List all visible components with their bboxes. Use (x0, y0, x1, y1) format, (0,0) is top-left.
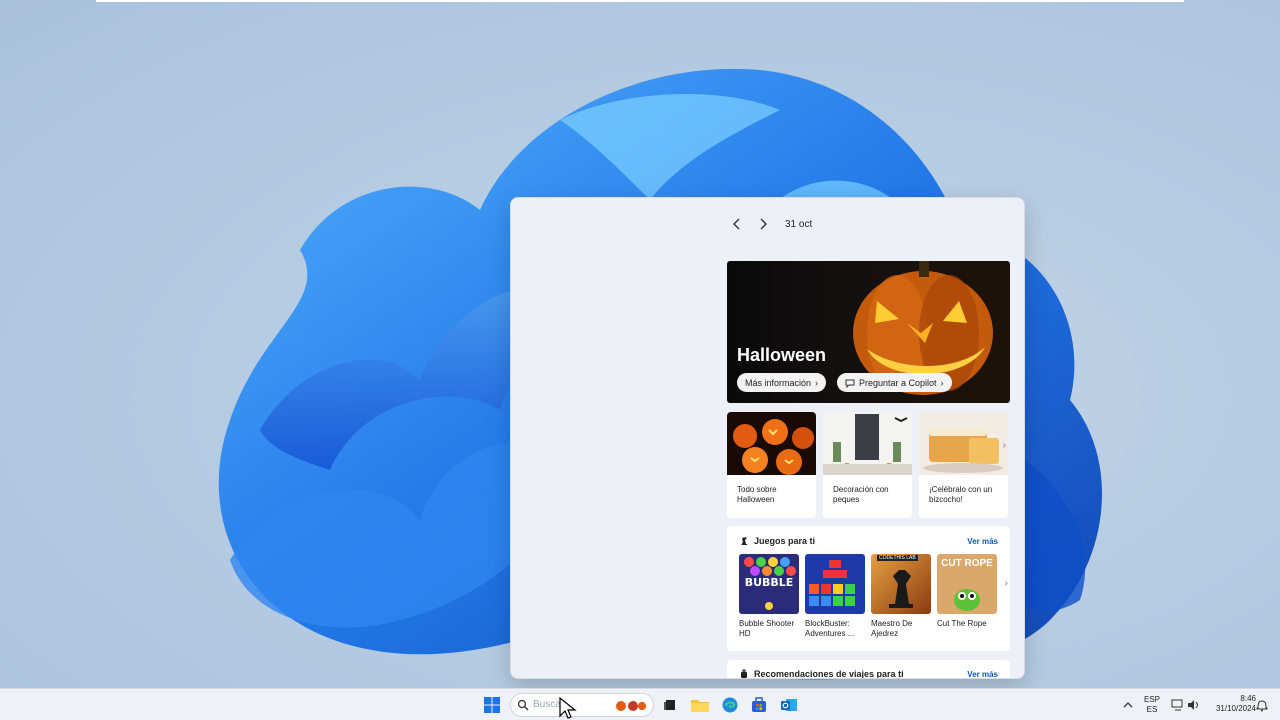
card-decoration-kids[interactable]: Decoración con peques (823, 412, 912, 518)
mouse-cursor (559, 697, 577, 719)
game-tile[interactable]: BlockBuster: Adventures ... (805, 554, 865, 639)
hero-title: Halloween (737, 345, 827, 365)
chevron-up-icon (1123, 702, 1133, 708)
games-section: Juegos para ti Ver más BUBBLE Bubble Sho… (727, 526, 1010, 651)
edge-browser-button[interactable] (720, 695, 740, 715)
game-name: BlockBuster: Adventures ... (805, 619, 855, 638)
previous-day-button[interactable] (729, 214, 745, 234)
games-header: Juegos para ti (739, 536, 815, 546)
outlook-icon (781, 699, 797, 711)
game-tile[interactable]: CUT ROPE Cut The Rope (937, 554, 997, 629)
microsoft-store-button[interactable] (749, 695, 769, 715)
chess-master-art: CODETHIS LAB (871, 554, 931, 614)
game-tile[interactable]: BUBBLE Bubble Shooter HD (739, 554, 799, 639)
ask-copilot-label: Preguntar a Copilot (859, 377, 937, 388)
clock-date: 31/10/2024 (1215, 704, 1256, 713)
more-info-button[interactable]: Más información › (737, 373, 827, 392)
clock[interactable]: 8:46 31/10/2024 (1204, 694, 1256, 714)
current-date-label: 31 oct (785, 218, 813, 230)
widgets-panel: 31 oct Halloween Más información › Pregu… (510, 197, 1025, 679)
windows-logo-icon (484, 697, 500, 713)
codethislab-badge: CODETHIS LAB (877, 555, 918, 561)
next-day-button[interactable] (755, 214, 771, 234)
pumpkins-image (727, 412, 816, 475)
card-halloween-all[interactable]: Todo sobre Halloween (727, 412, 816, 518)
date-navigation: 31 oct (729, 214, 812, 234)
chevron-right-icon: › (940, 377, 944, 388)
task-view-button[interactable] (660, 695, 680, 715)
travel-title: Recomendaciones de viajes para ti (754, 669, 904, 679)
scroll-right-icon[interactable]: › (1003, 440, 1006, 451)
games-title: Juegos para ti (754, 536, 816, 546)
bell-icon (1256, 699, 1268, 711)
cut-the-rope-art: CUT ROPE (937, 554, 997, 614)
games-see-more-link[interactable]: Ver más (967, 537, 998, 546)
show-hidden-icons-button[interactable] (1118, 695, 1138, 715)
game-tile[interactable]: CODETHIS LAB Maestro De Ajedrez (871, 554, 931, 639)
travel-header: Recomendaciones de viajes para ti (739, 669, 904, 679)
chess-piece-icon (741, 537, 747, 545)
halloween-hero-card[interactable]: Halloween Más información › Preguntar a … (727, 261, 1010, 403)
edge-icon (722, 697, 738, 713)
more-info-label: Más información (745, 377, 812, 388)
card-caption: Decoración con peques (833, 485, 889, 504)
sponge-cake-image: › (919, 412, 1008, 475)
outlook-button[interactable] (779, 695, 799, 715)
speaker-icon (1188, 700, 1198, 710)
store-icon (752, 697, 766, 712)
scroll-right-icon[interactable]: › (1005, 578, 1008, 589)
card-caption: Todo sobre Halloween (737, 485, 777, 504)
halloween-search-highlight-icon (616, 701, 646, 711)
game-name: Cut The Rope (937, 619, 987, 628)
chat-bubble-icon (845, 379, 855, 388)
search-icon (517, 699, 529, 711)
file-explorer-button[interactable] (690, 695, 710, 715)
blockbuster-art (805, 554, 865, 614)
card-caption: ¡Celébralo con un bizcocho! (929, 485, 993, 504)
travel-section: Recomendaciones de viajes para ti Ver má… (727, 660, 1010, 679)
bubble-shooter-art: BUBBLE (739, 554, 799, 614)
notifications-button[interactable] (1252, 695, 1272, 715)
task-view-icon (664, 700, 675, 710)
suitcase-icon (741, 669, 747, 678)
taskbar-search[interactable]: Buscar (510, 693, 654, 717)
chevron-right-icon: › (815, 377, 819, 388)
input-language-indicator[interactable]: ESP ES (1142, 695, 1162, 715)
folder-icon (691, 700, 709, 712)
game-name: Bubble Shooter HD (739, 619, 795, 638)
taskbar: Buscar ESP ES 8:46 31/10/2024 (0, 688, 1280, 720)
card-cake[interactable]: › ¡Celébralo con un bizcocho! (919, 412, 1008, 518)
halloween-cards-row: Todo sobre Halloween Decoración con pequ… (727, 412, 1010, 518)
door-decoration-image (823, 412, 912, 475)
keyboard-layout-code: ES (1146, 705, 1158, 714)
language-code: ESP (1143, 695, 1160, 704)
cut-rope-art-text: CUT ROPE (941, 558, 993, 569)
clock-time: 8:46 (1240, 694, 1256, 703)
volume-button[interactable] (1184, 695, 1204, 715)
start-button[interactable] (482, 695, 502, 715)
network-icon (1171, 699, 1183, 711)
ask-copilot-button[interactable]: Preguntar a Copilot › (837, 373, 952, 392)
bubble-art-text: BUBBLE (744, 576, 794, 589)
game-name: Maestro De Ajedrez (871, 619, 913, 638)
travel-see-more-link[interactable]: Ver más (967, 670, 998, 678)
